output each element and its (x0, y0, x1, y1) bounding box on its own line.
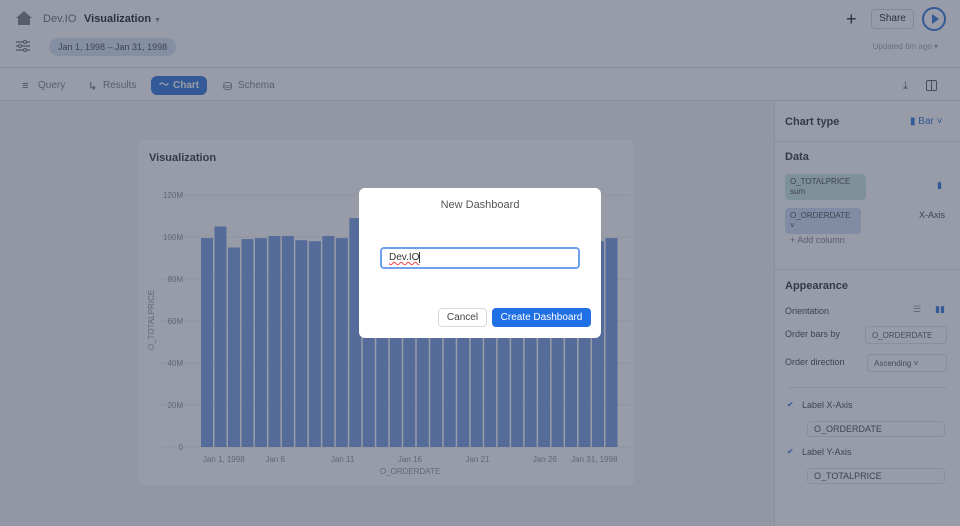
dashboard-name-value: Dev.IO (389, 252, 421, 263)
create-dashboard-button[interactable]: Create Dashboard (492, 308, 591, 327)
new-dashboard-dialog: New Dashboard Dev.IO Cancel Create Dashb… (359, 188, 601, 338)
dashboard-name-input[interactable]: Dev.IO (380, 247, 580, 269)
dialog-title: New Dashboard (440, 199, 520, 211)
cancel-button[interactable]: Cancel (438, 308, 487, 327)
